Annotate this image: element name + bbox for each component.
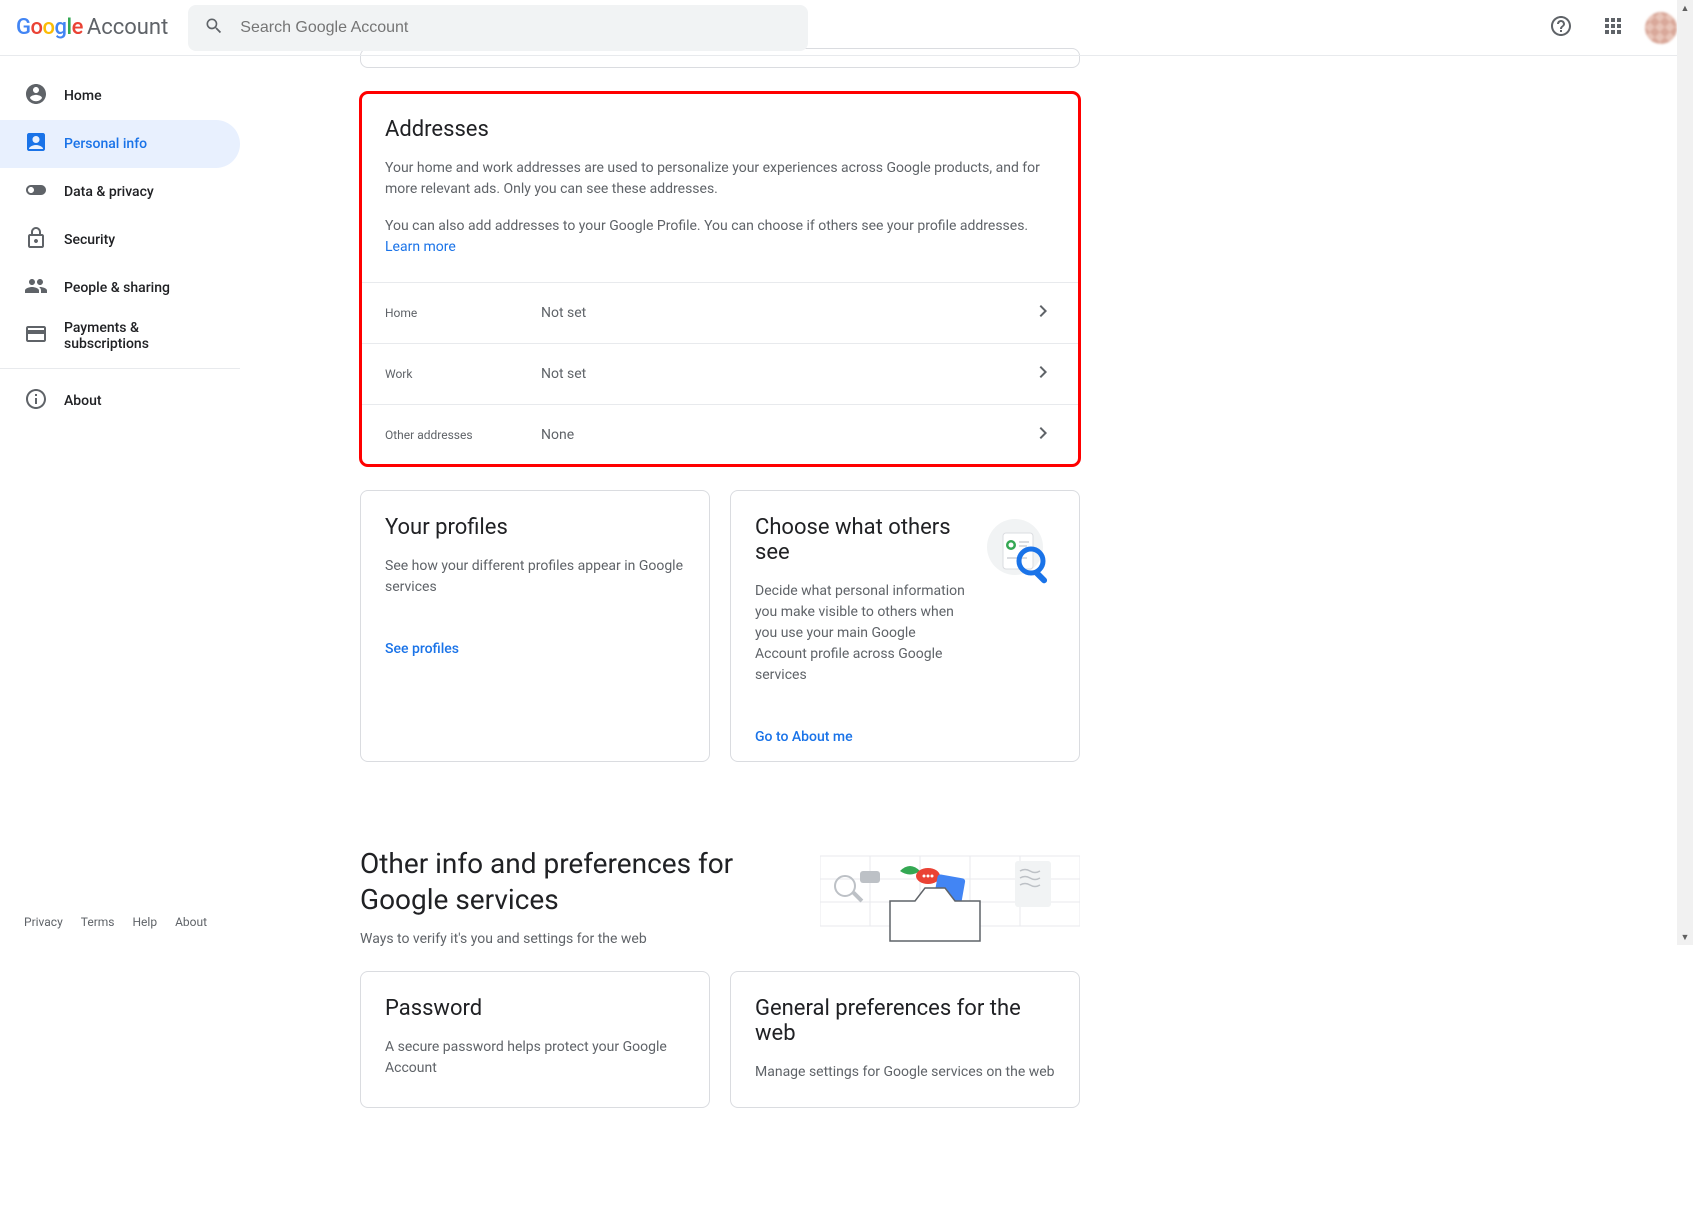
sidebar-item-label: About (64, 393, 102, 409)
search-input[interactable] (240, 19, 792, 37)
sidebar-item-payments[interactable]: Payments & subscriptions (0, 312, 240, 360)
preferences-illustration-icon (820, 846, 1080, 946)
row-label: Home (385, 306, 541, 320)
others-see-card: Choose what others see Decide what perso… (730, 490, 1080, 762)
search-profile-illustration-icon (983, 515, 1055, 587)
about-link[interactable]: About (175, 915, 207, 929)
logo[interactable]: Google Account (16, 15, 168, 40)
lock-icon (24, 226, 64, 254)
chevron-right-icon (1031, 421, 1055, 449)
sidebar: Home Personal info Data & privacy Securi… (0, 56, 280, 1212)
sidebar-item-label: Security (64, 232, 115, 248)
sidebar-item-label: Home (64, 88, 102, 104)
learn-more-link[interactable]: Learn more (385, 239, 456, 255)
sidebar-item-people-sharing[interactable]: People & sharing (0, 264, 240, 312)
apps-grid-icon (1601, 14, 1625, 42)
addresses-card: Addresses Your home and work addresses a… (360, 92, 1080, 466)
addresses-desc-1: Your home and work addresses are used to… (385, 158, 1055, 200)
profiles-title: Your profiles (385, 515, 685, 540)
header-actions (1541, 8, 1677, 48)
people-icon (24, 274, 64, 302)
footer-links: Privacy Terms Help About (24, 915, 207, 929)
google-logo-text: Google (16, 15, 83, 40)
addresses-desc-2-text: You can also add addresses to your Googl… (385, 218, 1028, 234)
password-desc: A secure password helps protect your Goo… (385, 1037, 685, 1079)
address-row-home[interactable]: Home Not set (361, 282, 1079, 343)
scrollbar-up-icon[interactable]: ▲ (1677, 0, 1693, 16)
row-value: Not set (541, 305, 1031, 321)
row-label: Other addresses (385, 428, 541, 442)
terms-link[interactable]: Terms (81, 915, 115, 929)
privacy-link[interactable]: Privacy (24, 915, 63, 929)
address-row-other[interactable]: Other addresses None (361, 404, 1079, 465)
general-prefs-desc: Manage settings for Google services on t… (755, 1062, 1055, 1083)
sidebar-item-label: Data & privacy (64, 184, 154, 200)
row-label: Work (385, 367, 541, 381)
id-card-icon (24, 130, 64, 158)
user-circle-icon (24, 82, 64, 110)
sidebar-item-label: Personal info (64, 136, 147, 152)
others-see-desc: Decide what personal information you mak… (755, 581, 967, 686)
sidebar-item-label: People & sharing (64, 280, 170, 296)
apps-button[interactable] (1593, 8, 1633, 48)
other-prefs-title: Other info and preferences for Google se… (360, 846, 780, 919)
general-prefs-title: General preferences for the web (755, 996, 1055, 1046)
search-icon (204, 16, 224, 40)
see-profiles-link[interactable]: See profiles (385, 641, 459, 657)
chevron-right-icon (1031, 360, 1055, 388)
help-button[interactable] (1541, 8, 1581, 48)
search-bar[interactable] (188, 5, 808, 51)
other-prefs-section-header: Other info and preferences for Google se… (360, 846, 1080, 947)
scrollbar[interactable]: ▲ ▼ (1677, 0, 1693, 945)
card-icon (24, 322, 64, 350)
row-value: None (541, 427, 1031, 443)
others-see-title: Choose what others see (755, 515, 967, 565)
scrollbar-down-icon[interactable]: ▼ (1677, 929, 1693, 945)
address-row-work[interactable]: Work Not set (361, 343, 1079, 404)
addresses-title: Addresses (385, 117, 1055, 142)
sidebar-item-security[interactable]: Security (0, 216, 240, 264)
sidebar-item-home[interactable]: Home (0, 72, 240, 120)
help-icon (1549, 14, 1573, 42)
sidebar-item-label: Payments & subscriptions (64, 320, 216, 352)
divider (0, 368, 240, 369)
help-link[interactable]: Help (133, 915, 158, 929)
sidebar-item-data-privacy[interactable]: Data & privacy (0, 168, 240, 216)
other-prefs-sub: Ways to verify it's you and settings for… (360, 931, 780, 947)
toggle-icon (24, 178, 64, 206)
row-value: Not set (541, 366, 1031, 382)
app-header: Google Account (0, 0, 1693, 56)
password-title: Password (385, 996, 685, 1021)
general-prefs-card[interactable]: General preferences for the web Manage s… (730, 971, 1080, 1108)
sidebar-item-about[interactable]: About (0, 377, 240, 425)
password-card[interactable]: Password A secure password helps protect… (360, 971, 710, 1108)
sidebar-item-personal-info[interactable]: Personal info (0, 120, 240, 168)
profiles-card: Your profiles See how your different pro… (360, 490, 710, 762)
info-icon (24, 387, 64, 415)
avatar[interactable] (1645, 12, 1677, 44)
profiles-desc: See how your different profiles appear i… (385, 556, 685, 598)
about-me-link[interactable]: Go to About me (755, 729, 853, 745)
main-content: Addresses Your home and work addresses a… (280, 56, 1380, 1212)
chevron-right-icon (1031, 299, 1055, 327)
account-label: Account (87, 15, 168, 40)
addresses-desc-2: You can also add addresses to your Googl… (385, 216, 1055, 258)
